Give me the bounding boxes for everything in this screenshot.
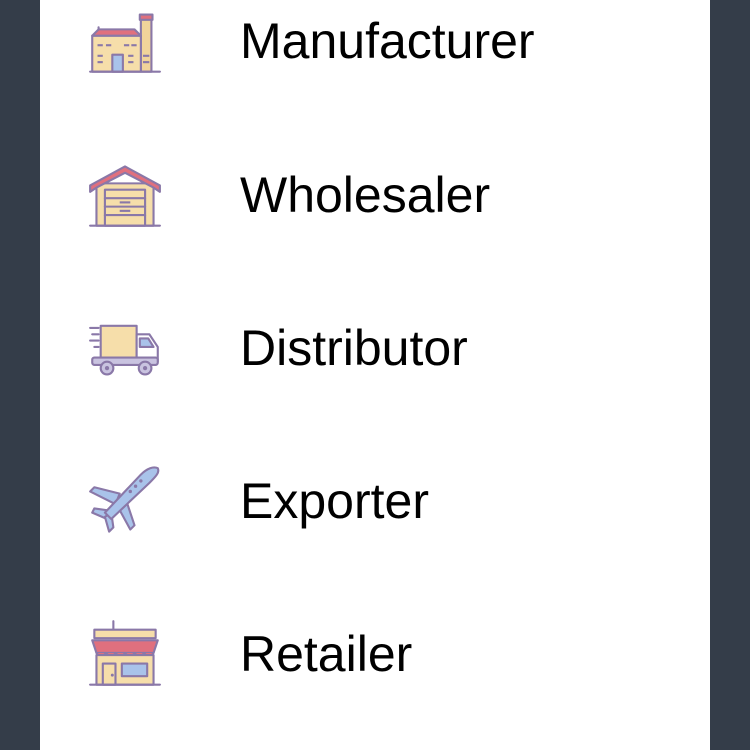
- list-item-wholesaler[interactable]: Wholesaler: [40, 140, 710, 250]
- shop-icon: [88, 617, 162, 691]
- category-list-panel: Manufacturer Wholesaler Distributor Expo…: [40, 0, 710, 750]
- warehouse-icon: [88, 158, 162, 232]
- list-item-label: Wholesaler: [240, 167, 491, 223]
- list-item-manufacturer[interactable]: Manufacturer: [40, 0, 710, 96]
- delivery-truck-icon: [88, 311, 162, 385]
- list-item-distributor[interactable]: Distributor: [40, 293, 710, 403]
- list-item-exporter[interactable]: Exporter: [40, 446, 710, 556]
- list-item-label: Manufacturer: [240, 13, 535, 69]
- list-item-label: Retailer: [240, 626, 413, 682]
- factory-icon: [88, 4, 162, 78]
- list-item-retailer[interactable]: Retailer: [40, 599, 710, 709]
- airplane-icon: [88, 464, 162, 538]
- list-item-label: Distributor: [240, 320, 468, 376]
- list-item-label: Exporter: [240, 473, 429, 529]
